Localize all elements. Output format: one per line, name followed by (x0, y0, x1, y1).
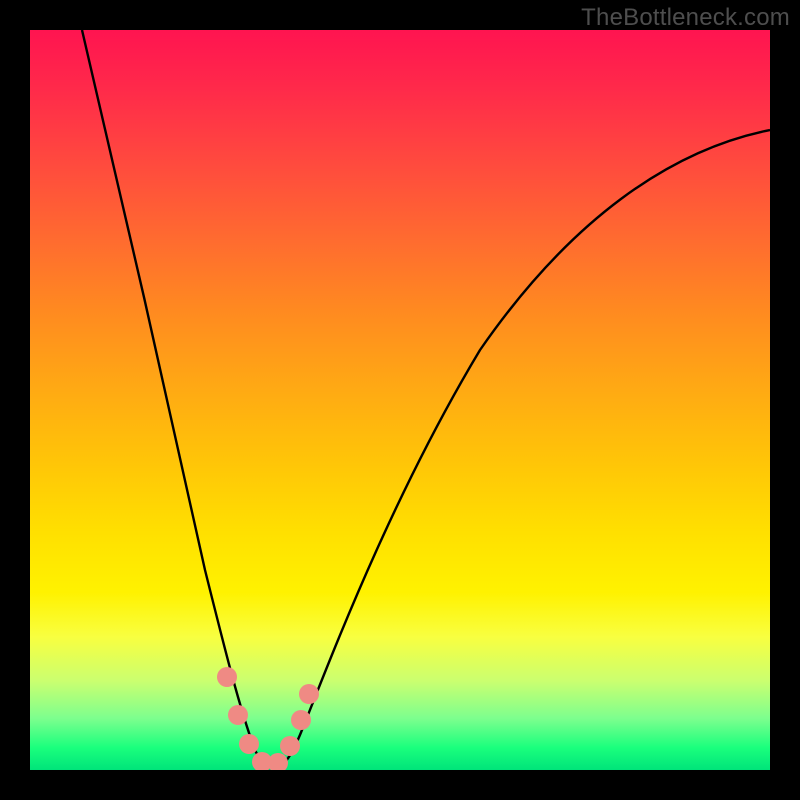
plot-area (30, 30, 770, 770)
marker-group (217, 667, 319, 770)
curve-right-branch (274, 130, 770, 768)
marker-dot (228, 705, 248, 725)
marker-dot (280, 736, 300, 756)
marker-dot (239, 734, 259, 754)
marker-dot (291, 710, 311, 730)
marker-dot (217, 667, 237, 687)
marker-dot (268, 753, 288, 770)
chart-frame: TheBottleneck.com (0, 0, 800, 800)
marker-dot (299, 684, 319, 704)
curve-left-branch (82, 30, 274, 768)
watermark-text: TheBottleneck.com (581, 4, 790, 32)
curve-layer (30, 30, 770, 770)
